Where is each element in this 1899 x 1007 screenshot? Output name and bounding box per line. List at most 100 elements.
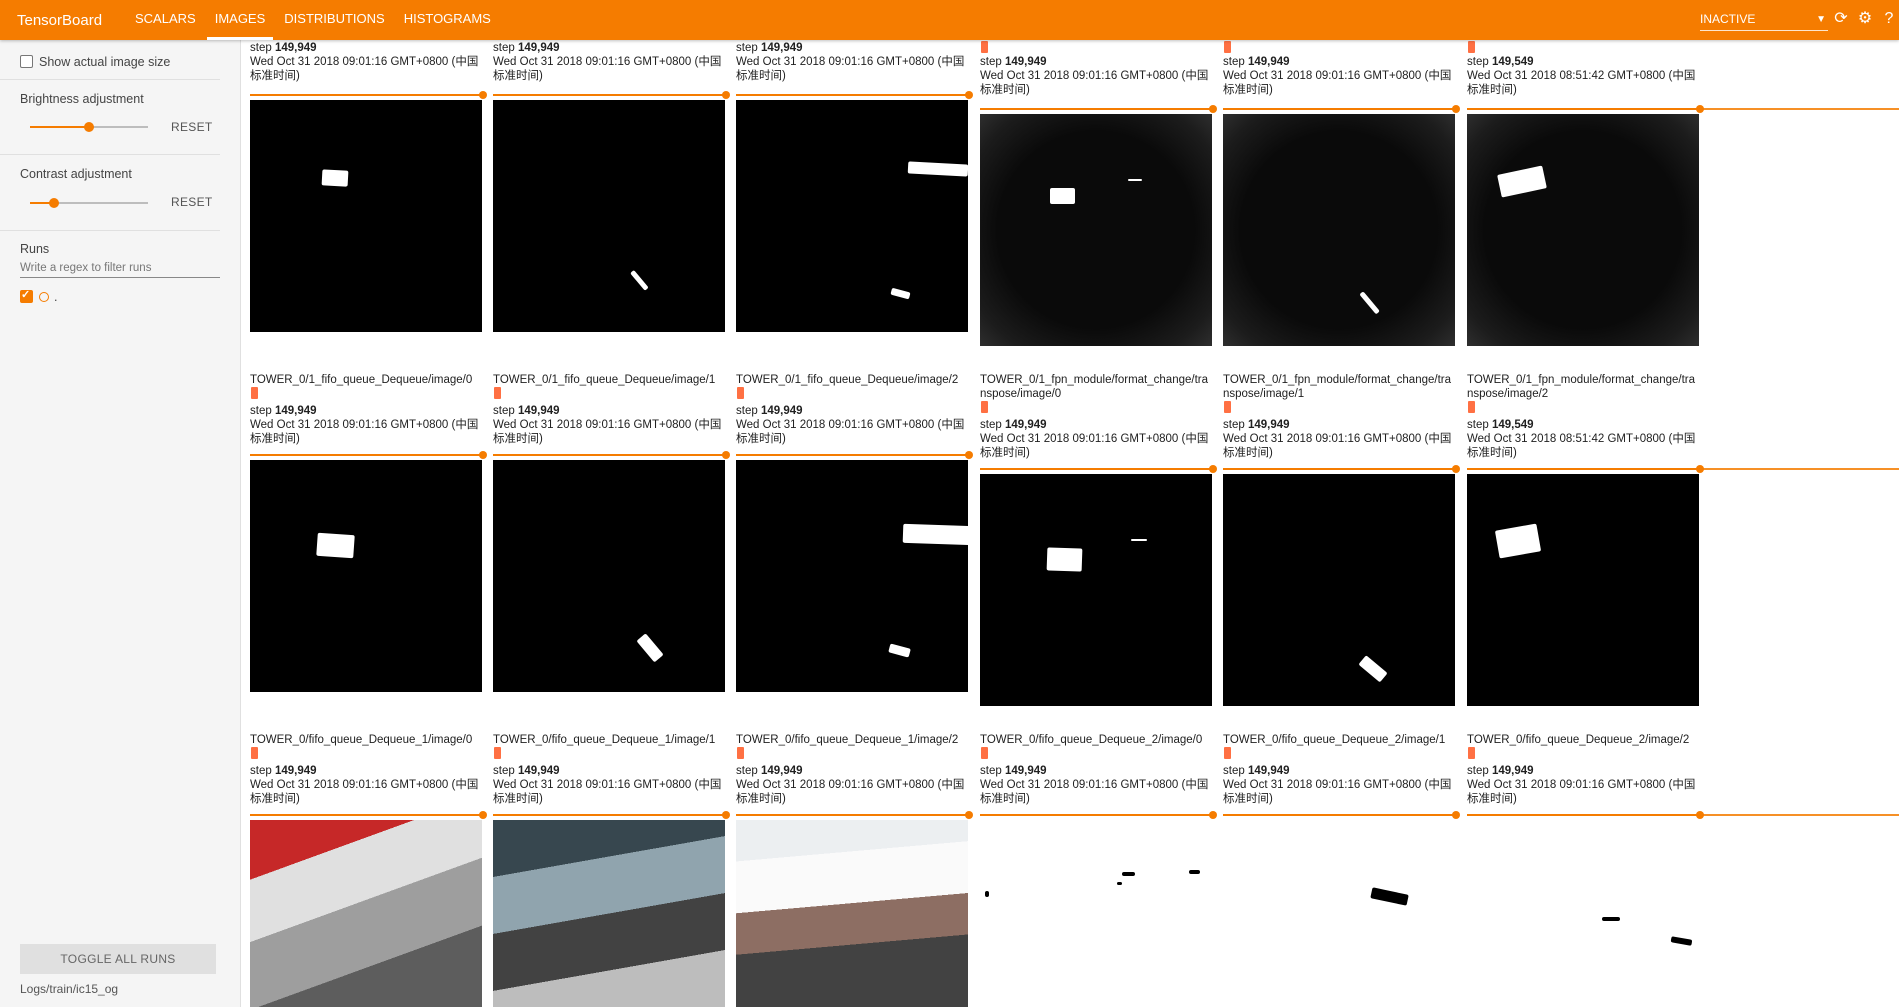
contrast-reset-button[interactable]: RESET [171, 195, 213, 209]
summary-image[interactable] [736, 100, 968, 332]
run-color-chip [981, 401, 988, 413]
step-slider-knob[interactable] [965, 91, 973, 99]
summary-image[interactable] [493, 460, 725, 692]
step-label: step 149,949 [493, 404, 727, 418]
toggle-all-runs-button[interactable]: TOGGLE ALL RUNS [20, 944, 216, 974]
summary-image[interactable] [1223, 474, 1455, 706]
timestamp: Wed Oct 31 2018 09:01:16 GMT+0800 (中国标准时… [493, 779, 722, 805]
tab-images[interactable]: IMAGES [206, 0, 274, 40]
runs-heading: Runs [20, 242, 50, 256]
run-chip [1223, 401, 1457, 418]
brightness-slider-knob[interactable] [84, 122, 94, 132]
summary-image[interactable] [1223, 114, 1455, 346]
contrast-slider[interactable] [30, 198, 148, 208]
step-slider[interactable] [980, 105, 1217, 113]
tab-histograms[interactable]: HISTOGRAMS [396, 0, 499, 40]
step-prefix: step [493, 42, 515, 54]
summary-image[interactable] [1467, 474, 1699, 706]
step-slider[interactable] [1467, 465, 1704, 473]
step-value: 149,949 [1247, 765, 1290, 777]
help-icon[interactable]: ? [1880, 10, 1898, 28]
step-slider[interactable] [1223, 105, 1460, 113]
step-slider[interactable] [1467, 105, 1704, 113]
summary-image[interactable] [493, 100, 725, 332]
show-actual-size-option[interactable]: Show actual image size [20, 55, 170, 69]
step-slider-track [1701, 468, 1899, 470]
step-slider[interactable] [736, 811, 973, 819]
mask-region [984, 891, 990, 897]
summary-image[interactable] [493, 820, 725, 1007]
step-slider-knob[interactable] [1452, 105, 1460, 113]
mask-region [1358, 655, 1388, 683]
step-slider-knob[interactable] [479, 451, 487, 459]
step-slider[interactable] [493, 451, 730, 459]
step-slider[interactable] [1467, 811, 1704, 819]
summary-image[interactable] [1223, 820, 1455, 1007]
step-slider-knob[interactable] [1452, 465, 1460, 473]
step-slider[interactable] [250, 811, 487, 819]
step-slider[interactable] [736, 451, 973, 459]
step-slider[interactable] [250, 451, 487, 459]
run-checkbox[interactable] [20, 288, 33, 303]
brightness-slider[interactable] [30, 122, 148, 132]
step-slider[interactable] [736, 91, 973, 99]
mask-region [1495, 523, 1542, 559]
settings-icon[interactable]: ⚙ [1856, 10, 1874, 28]
contrast-label: Contrast adjustment [20, 167, 132, 181]
summary-image[interactable] [980, 114, 1212, 346]
step-slider-knob[interactable] [965, 451, 973, 459]
dashboard-select[interactable]: INACTIVE ▼ [1700, 10, 1828, 31]
summary-image[interactable] [736, 460, 968, 692]
step-slider-knob[interactable] [965, 811, 973, 819]
run-color-chip [494, 387, 501, 399]
step-value: 149,949 [517, 765, 560, 777]
step-slider-knob[interactable] [479, 91, 487, 99]
step-slider[interactable] [493, 811, 730, 819]
run-filter-input[interactable]: Write a regex to filter runs [20, 262, 220, 278]
step-slider[interactable] [1223, 465, 1460, 473]
step-slider[interactable] [980, 811, 1217, 819]
step-slider-knob[interactable] [1209, 105, 1217, 113]
timestamp: Wed Oct 31 2018 09:01:16 GMT+0800 (中国标准时… [493, 56, 722, 82]
summary-image[interactable] [250, 100, 482, 332]
show-actual-size-label: Show actual image size [39, 55, 171, 69]
step-slider-knob[interactable] [1209, 465, 1217, 473]
step-slider[interactable] [250, 91, 487, 99]
step-label: step 149,949 [250, 764, 484, 778]
step-label: step 149,949 [1223, 418, 1457, 432]
divider [0, 230, 220, 231]
brightness-reset-button[interactable]: RESET [171, 120, 213, 134]
refresh-icon[interactable]: ⟳ [1832, 10, 1850, 28]
summary-image[interactable] [250, 460, 482, 692]
summary-image[interactable] [980, 474, 1212, 706]
summary-image[interactable] [1467, 820, 1699, 1007]
step-slider-track [1701, 108, 1899, 110]
step-slider-knob[interactable] [722, 451, 730, 459]
step-slider-knob[interactable] [479, 811, 487, 819]
step-slider[interactable] [493, 91, 730, 99]
tab-distributions[interactable]: DISTRIBUTIONS [276, 0, 392, 40]
timestamp: Wed Oct 31 2018 09:01:16 GMT+0800 (中国标准时… [250, 419, 479, 445]
summary-image[interactable] [980, 820, 1212, 1007]
step-slider-knob[interactable] [1452, 811, 1460, 819]
summary-image[interactable] [250, 820, 482, 1007]
image-tag-name: TOWER_0/1_fifo_queue_Dequeue/image/1 [493, 374, 716, 386]
tab-scalars[interactable]: SCALARS [127, 0, 204, 40]
image-card: TOWER_0/1_fifo_queue_Dequeue/image/0 step… [250, 373, 484, 446]
image-tag-name: TOWER_0/1_fpn_module/format_change/trans… [1223, 374, 1451, 400]
step-prefix: step [980, 419, 1002, 431]
step-slider[interactable] [980, 465, 1217, 473]
step-label: step 149,949 [980, 418, 1214, 432]
show-actual-size-checkbox[interactable] [20, 55, 33, 68]
contrast-slider-knob[interactable] [48, 198, 59, 208]
step-slider-knob[interactable] [722, 91, 730, 99]
step-slider-knob[interactable] [1209, 811, 1217, 819]
summary-image[interactable] [736, 820, 968, 1007]
step-slider[interactable] [1223, 811, 1460, 819]
summary-image[interactable] [1467, 114, 1699, 346]
step-slider-knob[interactable] [722, 811, 730, 819]
step-value: 149,949 [760, 765, 803, 777]
run-chip [1467, 41, 1701, 55]
run-item[interactable]: . [20, 288, 57, 304]
run-chip [250, 747, 484, 764]
